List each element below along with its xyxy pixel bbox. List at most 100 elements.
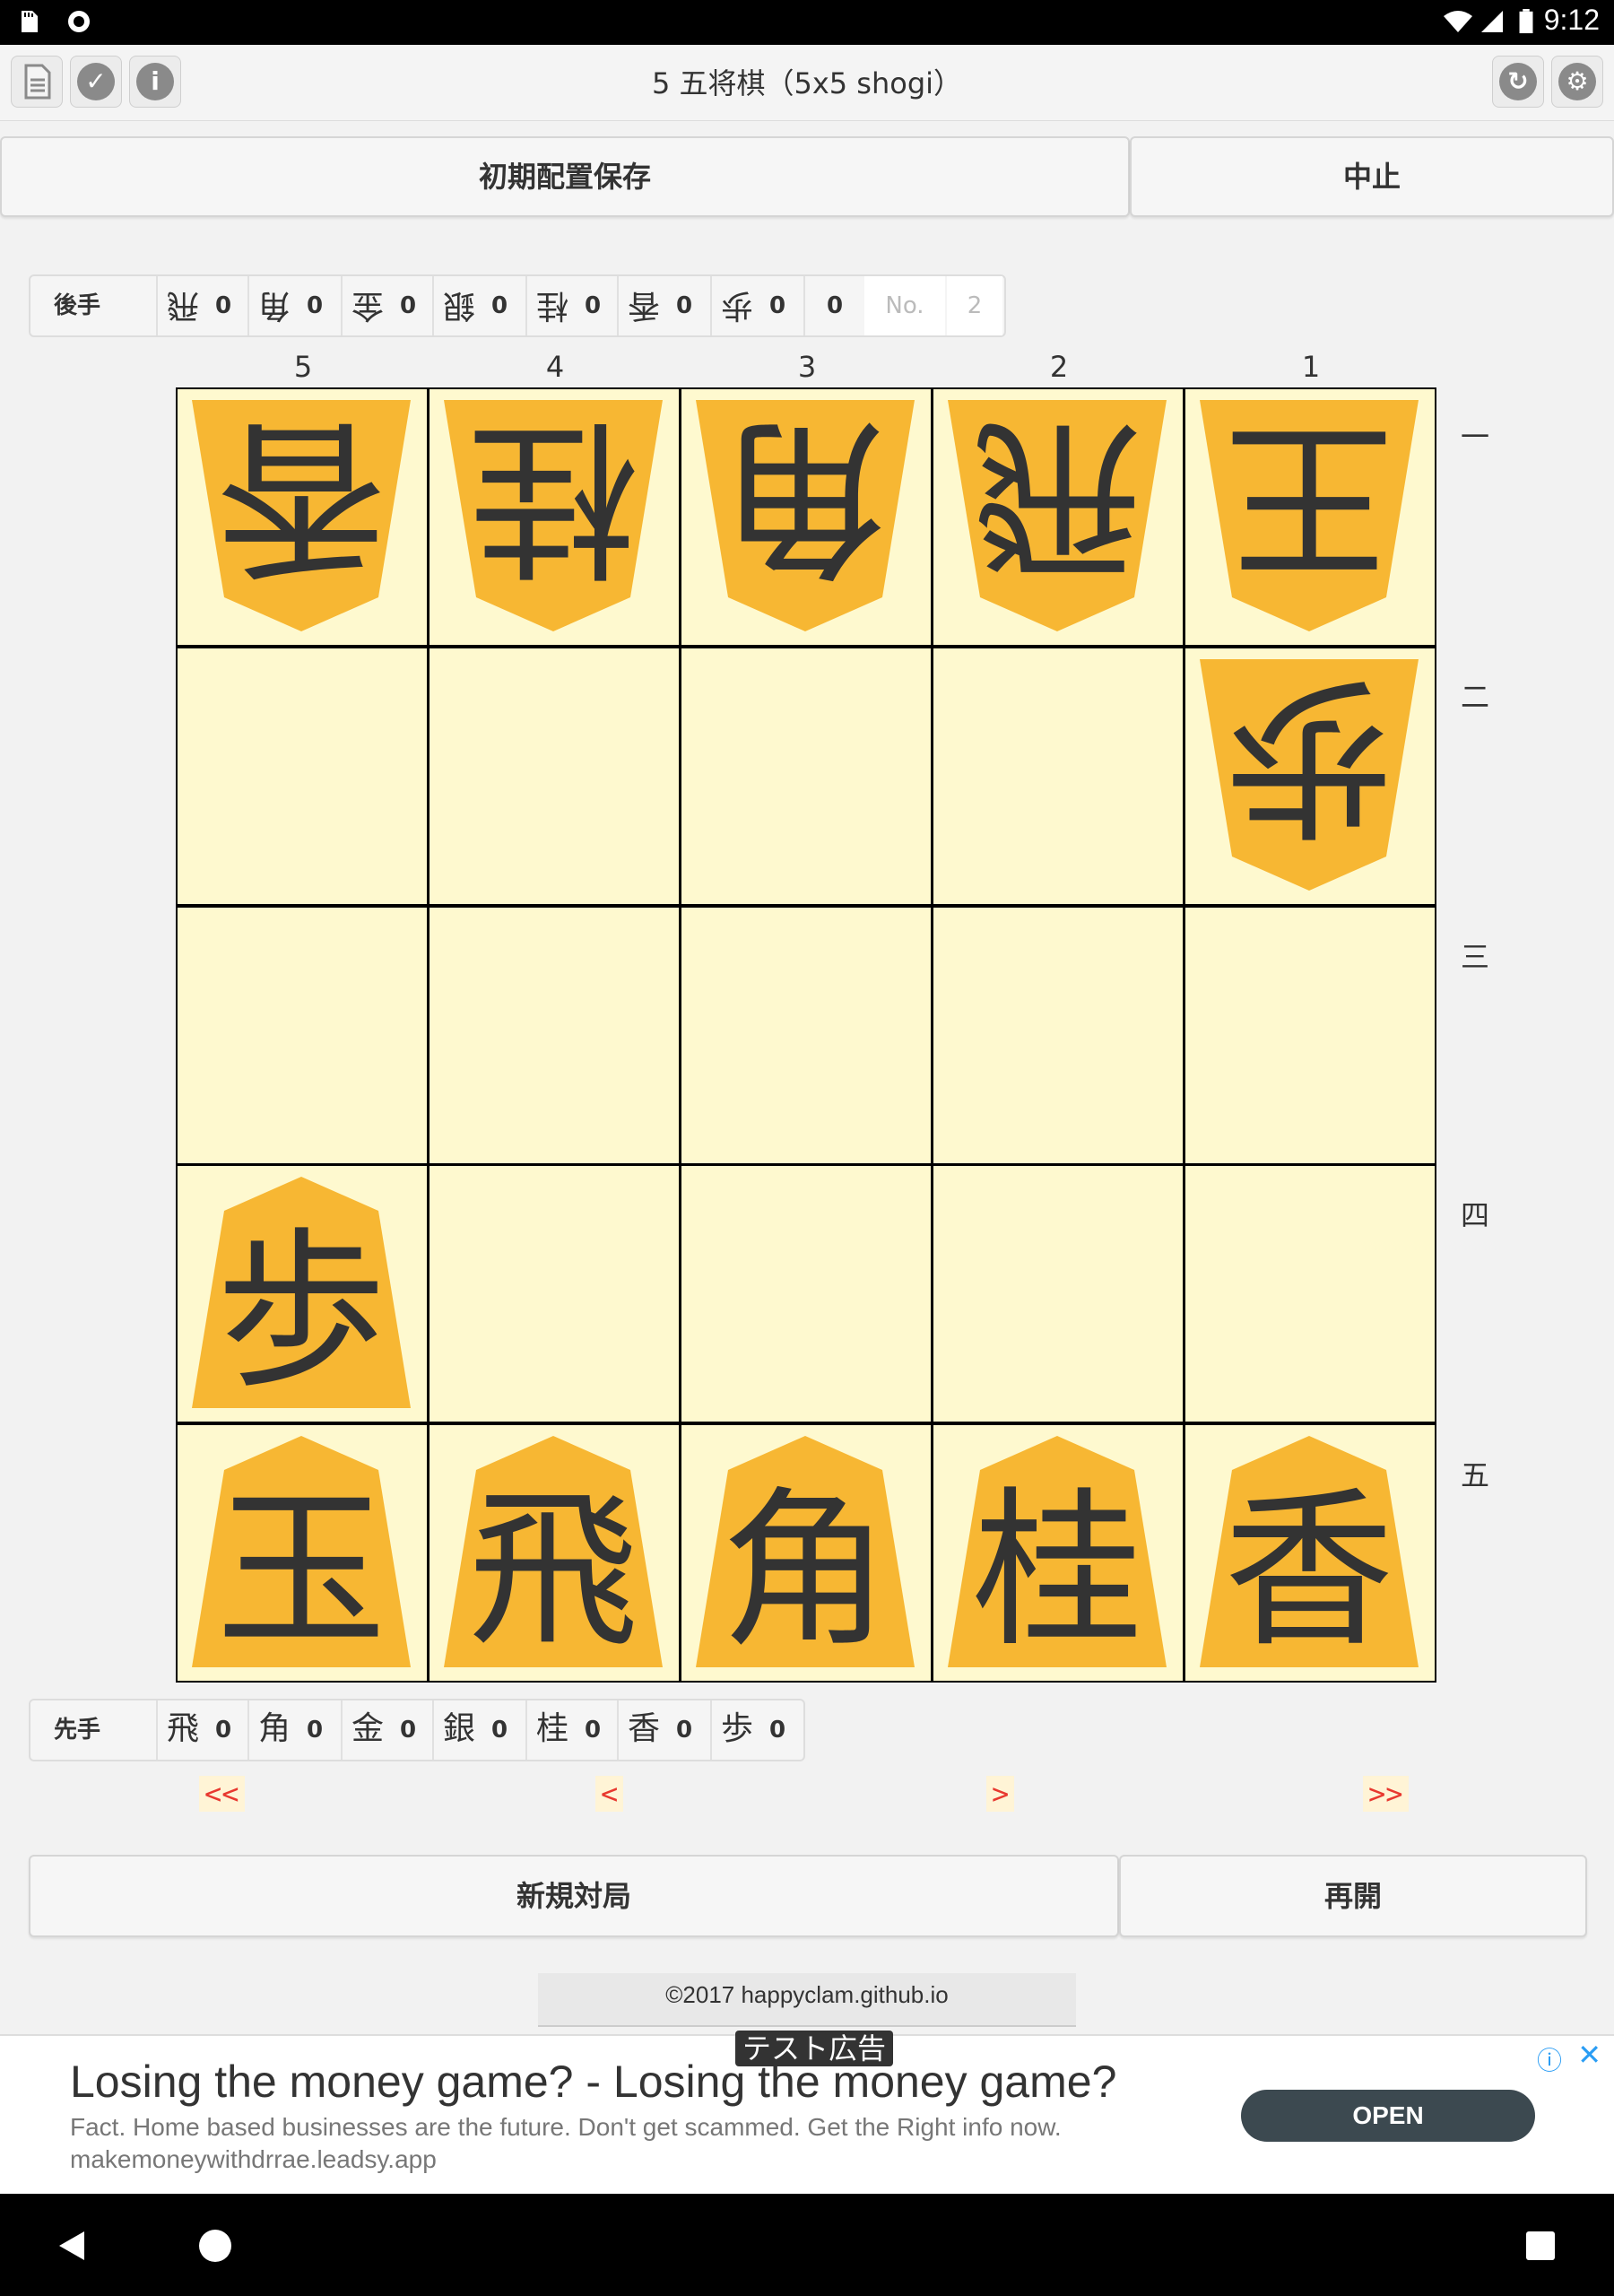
board-square[interactable]: 角 bbox=[681, 1425, 931, 1681]
row-number: 四 bbox=[1460, 1198, 1489, 1232]
gote-captured-row: 後手 飛0 角0 金0 銀0 桂0 香0 歩0 0 No. 2 bbox=[29, 274, 1006, 337]
sente-captured-knight[interactable]: 桂0 bbox=[525, 1700, 619, 1760]
board-square[interactable]: 歩 bbox=[178, 1166, 427, 1422]
column-number: 2 bbox=[1049, 350, 1069, 384]
board-square[interactable]: 桂 bbox=[933, 1425, 1183, 1681]
piece-label: 桂 bbox=[468, 398, 638, 596]
row-number: 五 bbox=[1460, 1458, 1489, 1492]
battery-icon bbox=[1519, 9, 1533, 34]
abort-button[interactable]: 中止 bbox=[1130, 136, 1614, 217]
last-move-button[interactable]: >> bbox=[1363, 1776, 1409, 1812]
page-title: 5 五将棋（5x5 shogi） bbox=[651, 66, 963, 100]
piece-label: 歩 bbox=[216, 1213, 386, 1410]
new-game-button[interactable]: 新規対局 bbox=[29, 1855, 1119, 1937]
sente-captured-silver[interactable]: 銀0 bbox=[432, 1700, 525, 1760]
gote-label: 後手 bbox=[54, 292, 101, 319]
sente-piece[interactable]: 歩 bbox=[188, 1175, 414, 1410]
board-square[interactable] bbox=[933, 648, 1183, 904]
piece-label: 王 bbox=[1224, 398, 1394, 596]
ad-url: makemoneywithdrrae.leadsy.app bbox=[70, 2145, 437, 2173]
piece-label: 歩 bbox=[1224, 657, 1394, 855]
gote-piece[interactable]: 角 bbox=[692, 398, 918, 633]
gote-piece[interactable]: 飛 bbox=[944, 398, 1170, 633]
gote-piece[interactable]: 香 bbox=[188, 398, 414, 633]
board-square[interactable]: 飛 bbox=[933, 389, 1183, 645]
board-square[interactable] bbox=[430, 908, 679, 1163]
sente-piece[interactable]: 香 bbox=[1196, 1434, 1422, 1669]
board-square[interactable] bbox=[178, 648, 427, 904]
sente-captured-rook[interactable]: 飛0 bbox=[156, 1700, 249, 1760]
board-square[interactable]: 香 bbox=[1185, 1425, 1435, 1681]
column-number: 4 bbox=[545, 350, 565, 384]
board-square[interactable]: 角 bbox=[681, 389, 931, 645]
board-square[interactable] bbox=[430, 1166, 679, 1422]
sente-piece[interactable]: 角 bbox=[692, 1434, 918, 1669]
move-number-label: No. bbox=[864, 276, 945, 335]
sd-card-icon bbox=[22, 11, 38, 32]
sente-captured-lance[interactable]: 香0 bbox=[617, 1700, 710, 1760]
ad-info-icon[interactable]: ⓘ bbox=[1537, 2041, 1564, 2075]
board-square[interactable]: 王 bbox=[1185, 389, 1435, 645]
piece-label: 飛 bbox=[972, 398, 1142, 596]
board-square[interactable] bbox=[430, 648, 679, 904]
board-square[interactable] bbox=[681, 1166, 931, 1422]
gote-piece[interactable]: 王 bbox=[1196, 398, 1422, 633]
ad-open-button[interactable]: OPEN bbox=[1241, 2090, 1535, 2142]
ad-close-icon[interactable]: ✕ bbox=[1577, 2038, 1601, 2072]
sente-piece[interactable]: 飛 bbox=[440, 1434, 666, 1669]
gote-captured-lance[interactable]: 香0 bbox=[617, 276, 710, 335]
row-number: 二 bbox=[1460, 680, 1489, 714]
sente-piece[interactable]: 桂 bbox=[944, 1434, 1170, 1669]
board-square[interactable]: 玉 bbox=[178, 1425, 427, 1681]
gote-extra-count: 0 bbox=[803, 276, 864, 335]
piece-label: 香 bbox=[216, 398, 386, 596]
recents-icon[interactable] bbox=[1524, 2230, 1557, 2262]
ad-headline[interactable]: Losing the money game? - Losing the mone… bbox=[70, 2056, 1116, 2108]
piece-label: 玉 bbox=[216, 1472, 386, 1669]
ad-description: Fact. Home based businesses are the futu… bbox=[70, 2113, 1062, 2141]
board-square[interactable] bbox=[681, 908, 931, 1163]
next-move-button[interactable]: > bbox=[986, 1776, 1015, 1812]
system-nav-bar bbox=[0, 2194, 1614, 2296]
gote-captured-knight[interactable]: 桂0 bbox=[525, 276, 619, 335]
settings-button[interactable]: ⚙ bbox=[1551, 56, 1603, 108]
board-square[interactable]: 歩 bbox=[1185, 648, 1435, 904]
piece-label: 角 bbox=[720, 398, 890, 596]
status-bar: 9:12 bbox=[0, 0, 1614, 45]
resume-button[interactable]: 再開 bbox=[1119, 1855, 1587, 1937]
sente-captured-pawn[interactable]: 歩0 bbox=[710, 1700, 803, 1760]
gote-piece[interactable]: 桂 bbox=[440, 398, 666, 633]
clock: 9:12 bbox=[1543, 4, 1600, 36]
previous-move-button[interactable]: < bbox=[595, 1776, 624, 1812]
back-icon[interactable] bbox=[54, 2228, 90, 2264]
board-square[interactable]: 香 bbox=[178, 389, 427, 645]
ad-badge: テスト広告 bbox=[735, 2031, 894, 2066]
gote-captured-rook[interactable]: 飛0 bbox=[156, 276, 249, 335]
save-initial-button[interactable]: 初期配置保存 bbox=[0, 136, 1130, 217]
board-square[interactable]: 桂 bbox=[430, 389, 679, 645]
board-square[interactable] bbox=[1185, 908, 1435, 1163]
gote-captured-bishop[interactable]: 角0 bbox=[247, 276, 341, 335]
refresh-icon: ↻ bbox=[1499, 63, 1537, 100]
column-number: 3 bbox=[797, 350, 817, 384]
board-square[interactable] bbox=[933, 908, 1183, 1163]
board-square[interactable] bbox=[681, 648, 931, 904]
move-number: 2 bbox=[947, 276, 1002, 335]
sente-piece[interactable]: 玉 bbox=[188, 1434, 414, 1669]
sente-captured-gold[interactable]: 金0 bbox=[341, 1700, 434, 1760]
board-square[interactable]: 飛 bbox=[430, 1425, 679, 1681]
gote-captured-gold[interactable]: 金0 bbox=[341, 276, 434, 335]
row-number: 三 bbox=[1460, 940, 1489, 974]
first-move-button[interactable]: << bbox=[199, 1776, 245, 1812]
gote-captured-pawn[interactable]: 歩0 bbox=[710, 276, 803, 335]
refresh-button[interactable]: ↻ bbox=[1492, 56, 1544, 108]
gote-captured-silver[interactable]: 銀0 bbox=[432, 276, 525, 335]
shogi-board: 香桂角飛王歩歩玉飛角桂香 bbox=[176, 387, 1436, 1683]
board-square[interactable] bbox=[178, 908, 427, 1163]
sente-captured-bishop[interactable]: 角0 bbox=[247, 1700, 341, 1760]
gote-piece[interactable]: 歩 bbox=[1196, 657, 1422, 892]
copyright: ©2017 happyclam.github.io bbox=[538, 1973, 1076, 2027]
home-icon[interactable] bbox=[197, 2228, 233, 2264]
board-square[interactable] bbox=[1185, 1166, 1435, 1422]
board-square[interactable] bbox=[933, 1166, 1183, 1422]
